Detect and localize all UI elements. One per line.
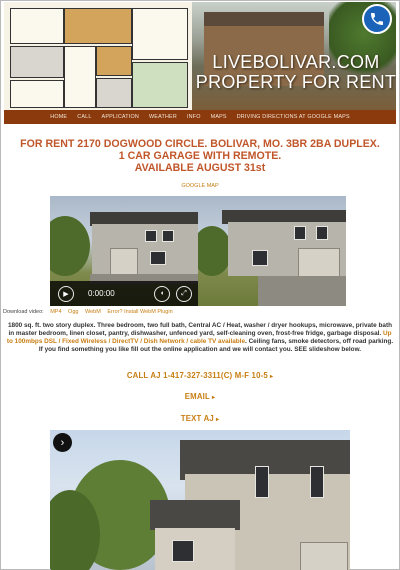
nav-call[interactable]: CALL <box>77 114 91 120</box>
email-link[interactable]: EMAIL ▸ <box>0 392 400 401</box>
listing-headline: FOR RENT 2170 DOGWOOD CIRCLE. BOLIVAR, M… <box>0 138 400 174</box>
slideshow-next-button[interactable]: › <box>53 433 72 452</box>
download-mp4-link[interactable]: MP4 <box>50 309 61 315</box>
nav-weather[interactable]: WEATHER <box>149 114 177 120</box>
play-icon[interactable]: ▶ <box>58 285 74 302</box>
chevron-right-icon: ▸ <box>215 417 220 423</box>
volume-icon[interactable]: ◖ <box>154 285 170 302</box>
nav-application[interactable]: APPLICATION <box>102 114 139 120</box>
video-time: 0:00:00 <box>88 289 115 298</box>
main-nav: HOME CALL APPLICATION WEATHER INFO MAPS … <box>4 110 396 124</box>
fullscreen-icon[interactable]: ⤢ <box>176 285 192 302</box>
email-label: EMAIL <box>184 392 211 401</box>
download-ogg-link[interactable]: Ogg <box>68 309 78 315</box>
download-label: Download video: <box>3 309 44 315</box>
nav-home[interactable]: HOME <box>50 114 67 120</box>
nav-driving-directions[interactable]: DRIVING DIRECTIONS AT GOOGLE MAPS <box>237 114 350 120</box>
listing-description: 1800 sq. ft. two story duplex. Three bed… <box>6 322 394 354</box>
slideshow-photo <box>50 430 350 570</box>
headline-line3: AVAILABLE AUGUST 31st <box>134 162 266 174</box>
video-controls: ▶ 0:00:00 ◖ ⤢ <box>50 281 198 306</box>
nav-info[interactable]: INFO <box>187 114 201 120</box>
headline-line1: FOR RENT 2170 DOGWOOD CIRCLE. BOLIVAR, M… <box>20 138 380 150</box>
site-title: LIVEBOLIVAR.COM PROPERTY FOR RENT <box>194 52 396 92</box>
video-frame-right <box>198 196 346 306</box>
headline-line2: 1 CAR GARAGE WITH REMOTE. <box>118 150 282 162</box>
text-link[interactable]: TEXT AJ ▸ <box>0 414 400 423</box>
nav-maps[interactable]: MAPS <box>211 114 227 120</box>
text-label: TEXT AJ <box>180 414 214 423</box>
webm-plugin-link[interactable]: Error? Install WebM Plugin <box>107 309 172 315</box>
call-label: CALL AJ 1-417-327-3311(C) M-F 10-5 <box>126 371 268 380</box>
property-slideshow[interactable] <box>50 430 350 570</box>
floorplan-image <box>4 2 192 110</box>
chevron-right-icon: ▸ <box>212 395 216 401</box>
google-map-link[interactable]: GOOGLE MAP <box>0 183 400 189</box>
call-link[interactable]: CALL AJ 1-417-327-3311(C) M-F 10-5 ▸ <box>0 371 400 380</box>
site-title-line1: LIVEBOLIVAR.COM <box>212 52 380 72</box>
download-links: Download video: MP4 Ogg WebM Error? Inst… <box>3 309 399 315</box>
header-banner: LIVEBOLIVAR.COM PROPERTY FOR RENT <box>4 2 396 110</box>
description-text-1: 1800 sq. ft. two story duplex. Three bed… <box>8 322 392 337</box>
site-title-line2: PROPERTY FOR RENT <box>195 72 396 92</box>
phone-icon[interactable] <box>362 4 392 34</box>
chevron-right-icon: ▸ <box>269 374 274 380</box>
download-webm-link[interactable]: WebM <box>85 309 101 315</box>
